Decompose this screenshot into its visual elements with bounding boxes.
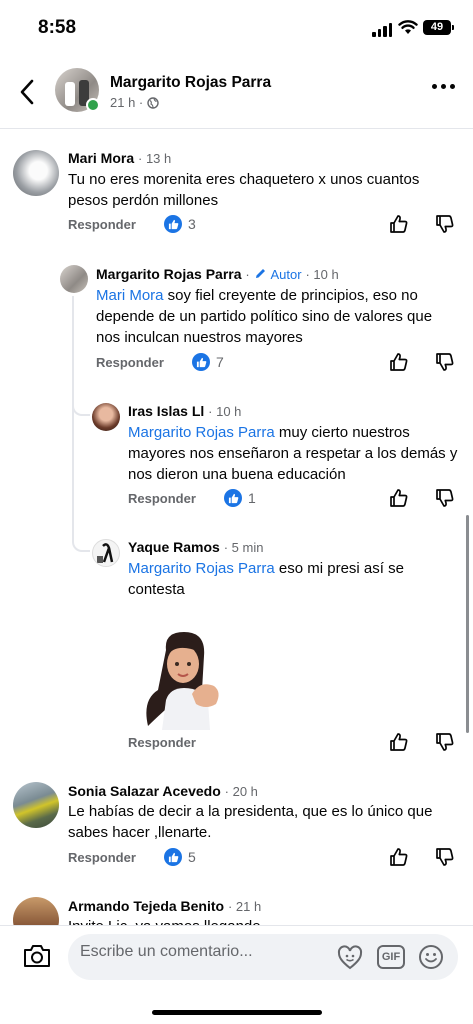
wifi-icon [398,20,418,34]
thumbs-up-icon[interactable] [388,846,410,868]
avatar[interactable] [13,150,59,196]
comment-text: Margarito Rojas Parra muy cierto nuestro… [128,424,458,483]
thumbs-down-icon[interactable] [434,487,456,509]
comment-text: Mari Mora soy fiel creyente de principio… [96,287,433,346]
author-badge: Autor [270,267,302,282]
status-bar: 8:58 49 [0,0,473,56]
thread-connector [72,520,90,552]
like-count[interactable]: 5 [164,848,196,866]
mention-link[interactable]: Margarito Rojas Parra [128,424,275,441]
reply-button[interactable]: Responder [68,850,136,865]
scrollbar[interactable] [466,515,469,733]
avatar-sticker-icon[interactable] [336,944,364,970]
header-divider [0,128,473,129]
thumbs-down-icon[interactable] [434,351,456,373]
reply-button[interactable]: Responder [128,491,196,506]
comment-time: · [245,267,250,282]
home-indicator [152,1010,322,1015]
avatar[interactable] [92,539,120,567]
camera-icon[interactable] [22,943,52,969]
reply-button[interactable]: Responder [128,735,196,750]
comment-time: · 21 h [227,899,262,914]
comment-author-name[interactable]: Mari Mora · 13 h [68,150,171,166]
comment-composer: GIF [0,925,473,1024]
avatar[interactable] [13,782,59,828]
like-count[interactable]: 1 [224,489,256,507]
comment-author-name[interactable]: Margarito Rojas Parra · Autor · 10 h [96,266,339,282]
pencil-icon [255,269,265,278]
thread-connector [72,376,90,416]
like-count[interactable]: 3 [164,215,196,233]
back-arrow-icon[interactable] [16,77,40,107]
comment-author-name[interactable]: Yaque Ramos · 5 min [128,539,263,555]
comment-time: · 10 h [208,404,242,419]
like-count[interactable]: 7 [192,353,224,371]
comment-input-container: GIF [68,934,458,980]
thumbs-down-icon[interactable] [434,213,456,235]
thumbs-up-icon[interactable] [388,487,410,509]
reply-button[interactable]: Responder [96,355,164,370]
reply-button[interactable]: Responder [68,217,136,232]
gif-button[interactable]: GIF [377,945,405,969]
comment-time: · 20 h [224,784,258,799]
comment-author-name[interactable]: Iras Islas Ll · 10 h [128,403,241,419]
avatar-sticker[interactable] [136,630,232,730]
comment-text: Margarito Rojas Parra eso mi presi así s… [128,560,404,598]
status-time: 8:58 [38,17,77,38]
comment-time: · 10 h [305,267,339,282]
thumbs-down-icon[interactable] [434,846,456,868]
thumbs-up-icon[interactable] [388,731,410,753]
post-header: Margarito Rojas Parra 21 h · [0,62,473,122]
comment-text: Tu no eres morenita eres chaquetero x un… [68,171,420,209]
like-reaction-icon [164,848,182,866]
more-options-icon[interactable] [432,84,455,89]
emoji-icon[interactable] [418,944,444,970]
post-meta: 21 h · [110,95,159,110]
like-reaction-icon [164,215,182,233]
post-time: 21 h · [110,95,144,110]
comment-author-name[interactable]: Sonia Salazar Acevedo · 20 h [68,783,258,799]
comment-time: · 13 h [138,151,172,166]
comment-author-name[interactable]: Armando Tejeda Benito · 21 h [68,898,261,914]
comment-text: Le habías de decir a la presidenta, que … [68,803,433,841]
thumbs-up-icon[interactable] [388,351,410,373]
post-author-name[interactable]: Margarito Rojas Parra [110,74,271,92]
cellular-signal-icon [372,23,392,37]
mention-link[interactable]: Margarito Rojas Parra [128,560,275,577]
battery-icon: 49 [423,20,454,35]
mention-link[interactable]: Mari Mora [96,287,164,304]
avatar[interactable] [60,265,88,293]
comment-time: · 5 min [223,540,264,555]
avatar[interactable] [92,403,120,431]
thumbs-down-icon[interactable] [434,731,456,753]
globe-icon [147,96,159,109]
like-reaction-icon [224,489,242,507]
comment-input[interactable] [80,943,330,961]
thumbs-up-icon[interactable] [388,213,410,235]
like-reaction-icon [192,353,210,371]
online-status-dot [86,98,100,112]
